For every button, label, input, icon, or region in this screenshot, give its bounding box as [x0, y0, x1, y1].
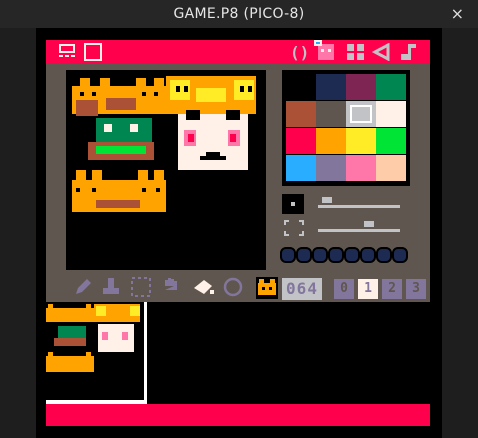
- sprite-flag-5[interactable]: [360, 247, 376, 263]
- map-editor-icon[interactable]: [84, 43, 102, 61]
- pan-icon[interactable]: [160, 276, 182, 298]
- sprite-flag-7[interactable]: [392, 247, 408, 263]
- svg-text:(): (): [290, 43, 309, 61]
- palette-color-5[interactable]: [316, 101, 346, 127]
- sheet-tab-2[interactable]: 2: [382, 279, 402, 299]
- resize-icon: [284, 220, 304, 236]
- sprite-canvas[interactable]: [66, 70, 266, 270]
- sfx-editor-icon[interactable]: [372, 43, 392, 61]
- close-icon[interactable]: ×: [451, 4, 464, 23]
- sheet-tab-3[interactable]: 3: [406, 279, 426, 299]
- sprite-sheet-view[interactable]: [46, 302, 147, 405]
- palette-color-15[interactable]: [376, 155, 406, 181]
- palette-color-11[interactable]: [376, 128, 406, 154]
- current-color-preview: [282, 194, 304, 214]
- palette-color-7[interactable]: [376, 101, 406, 127]
- sprite-editor-tab-icon[interactable]: [314, 40, 336, 62]
- map-editor-tab-icon[interactable]: [346, 43, 366, 61]
- palette-color-3[interactable]: [376, 74, 406, 100]
- color-palette: [282, 70, 410, 186]
- palette-color-4[interactable]: [286, 101, 316, 127]
- sprite-number[interactable]: 064: [282, 278, 322, 300]
- editor-bottom-bar: [46, 404, 430, 426]
- sprite-editor-icon[interactable]: [58, 43, 76, 61]
- code-editor-icon[interactable]: (): [290, 43, 310, 61]
- sprite-flag-4[interactable]: [344, 247, 360, 263]
- music-editor-icon[interactable]: [398, 43, 418, 61]
- palette-color-0[interactable]: [286, 74, 316, 100]
- palette-color-13[interactable]: [316, 155, 346, 181]
- sprite-art: [72, 76, 256, 212]
- pencil-icon[interactable]: [72, 276, 94, 298]
- sprite-sheet-art: [46, 304, 144, 402]
- window-title: GAME.P8 (PICO-8): [173, 6, 305, 22]
- sprite-flag-2[interactable]: [312, 247, 328, 263]
- sprite-flag-1[interactable]: [296, 247, 312, 263]
- select-icon[interactable]: [130, 276, 152, 298]
- palette-color-9[interactable]: [316, 128, 346, 154]
- palette-color-14[interactable]: [346, 155, 376, 181]
- zoom-slider[interactable]: [318, 220, 400, 236]
- circle-icon[interactable]: [222, 276, 244, 298]
- sheet-tab-0[interactable]: 0: [334, 279, 354, 299]
- palette-color-10[interactable]: [346, 128, 376, 154]
- sprite-flag-0[interactable]: [280, 247, 296, 263]
- brush-size-slider[interactable]: [318, 196, 400, 212]
- window-titlebar: GAME.P8 (PICO-8) ×: [0, 0, 478, 28]
- current-sprite-thumb: [256, 277, 278, 299]
- palette-color-2[interactable]: [346, 74, 376, 100]
- fill-icon[interactable]: [192, 276, 216, 298]
- stamp-icon[interactable]: [100, 276, 122, 298]
- sprite-flag-6[interactable]: [376, 247, 392, 263]
- sheet-tab-1[interactable]: 1: [358, 279, 378, 299]
- editor-top-bar: (): [46, 40, 430, 64]
- palette-color-6[interactable]: [346, 101, 376, 127]
- sprite-flag-3[interactable]: [328, 247, 344, 263]
- palette-color-12[interactable]: [286, 155, 316, 181]
- palette-color-8[interactable]: [286, 128, 316, 154]
- palette-color-1[interactable]: [316, 74, 346, 100]
